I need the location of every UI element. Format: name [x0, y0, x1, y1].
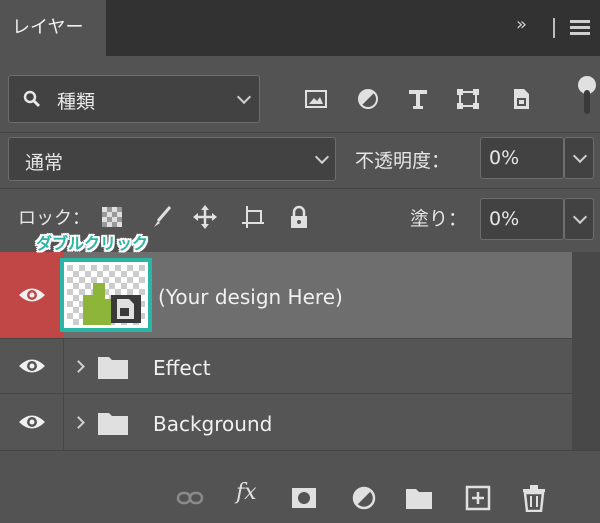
lock-image-pixels-icon[interactable]: [150, 205, 174, 229]
lock-artboard-icon[interactable]: [241, 205, 265, 229]
delete-layer-icon[interactable]: [520, 484, 548, 512]
chevron-down-icon: [572, 209, 588, 225]
tab-layers[interactable]: レイヤー: [0, 0, 106, 56]
smart-object-thumbnail[interactable]: [67, 265, 145, 325]
layers-scrollbar[interactable]: [572, 252, 600, 450]
opacity-input[interactable]: 0%: [480, 137, 564, 179]
lock-label: ロック：: [18, 208, 90, 229]
fill-value: 0%: [489, 208, 520, 230]
new-group-icon[interactable]: [405, 484, 433, 512]
eye-icon: [19, 359, 45, 373]
layer-name[interactable]: (Your design Here): [158, 285, 343, 309]
layer-name[interactable]: Effect: [153, 356, 211, 380]
lock-transparent-pixels-icon[interactable]: [100, 205, 124, 229]
visibility-toggle[interactable]: [0, 394, 64, 450]
filter-kind-select[interactable]: 種類: [8, 75, 260, 123]
chevron-down-icon: [236, 89, 252, 105]
divider: [0, 188, 600, 189]
opacity-value: 0%: [489, 147, 520, 169]
filter-toggle[interactable]: [578, 76, 596, 116]
search-icon: [23, 90, 41, 108]
tab-layers-label: レイヤー: [12, 17, 84, 38]
folder-icon: [98, 357, 128, 379]
filter-kind-label: 種類: [57, 91, 96, 113]
visibility-toggle[interactable]: [0, 339, 64, 393]
collapse-panel-icon[interactable]: »: [516, 14, 527, 35]
add-mask-icon[interactable]: [290, 484, 318, 512]
divider: [0, 132, 600, 133]
folder-icon: [98, 413, 128, 435]
adjustment-filter-icon[interactable]: [356, 88, 380, 110]
expand-arrow-icon[interactable]: [72, 360, 85, 373]
lock-position-icon[interactable]: [193, 205, 217, 229]
fill-label: 塗り：: [410, 208, 468, 230]
image-filter-icon[interactable]: [304, 88, 328, 110]
expand-arrow-icon[interactable]: [72, 416, 85, 429]
new-layer-icon[interactable]: [464, 484, 492, 512]
fill-dropdown-button[interactable]: [564, 198, 594, 240]
chevron-down-icon: [314, 149, 330, 165]
tab-divider: [553, 18, 555, 38]
layer-row-effect[interactable]: Effect: [0, 338, 572, 393]
link-layers-icon[interactable]: [176, 484, 204, 512]
layer-row-background[interactable]: Background: [0, 393, 572, 450]
eye-icon: [19, 415, 45, 429]
fill-input[interactable]: 0%: [480, 198, 564, 240]
eye-icon: [19, 288, 45, 302]
new-adjustment-layer-icon[interactable]: [350, 484, 378, 512]
blend-mode-select[interactable]: 通常: [8, 137, 336, 181]
type-filter-icon[interactable]: [406, 88, 430, 110]
blend-mode-label: 通常: [25, 152, 64, 174]
smart-object-filter-icon[interactable]: [508, 88, 532, 110]
opacity-label: 不透明度：: [355, 150, 451, 172]
lock-all-icon[interactable]: [287, 205, 311, 229]
opacity-dropdown-button[interactable]: [564, 137, 594, 179]
chevron-down-icon: [572, 148, 588, 164]
visibility-toggle[interactable]: [0, 252, 64, 338]
double-click-annotation: ダブルクリック: [36, 234, 149, 253]
fx-icon[interactable]: fx: [236, 480, 257, 505]
shape-filter-icon[interactable]: [456, 88, 480, 110]
layer-name[interactable]: Background: [153, 412, 272, 436]
panel-menu-icon[interactable]: [570, 20, 590, 36]
